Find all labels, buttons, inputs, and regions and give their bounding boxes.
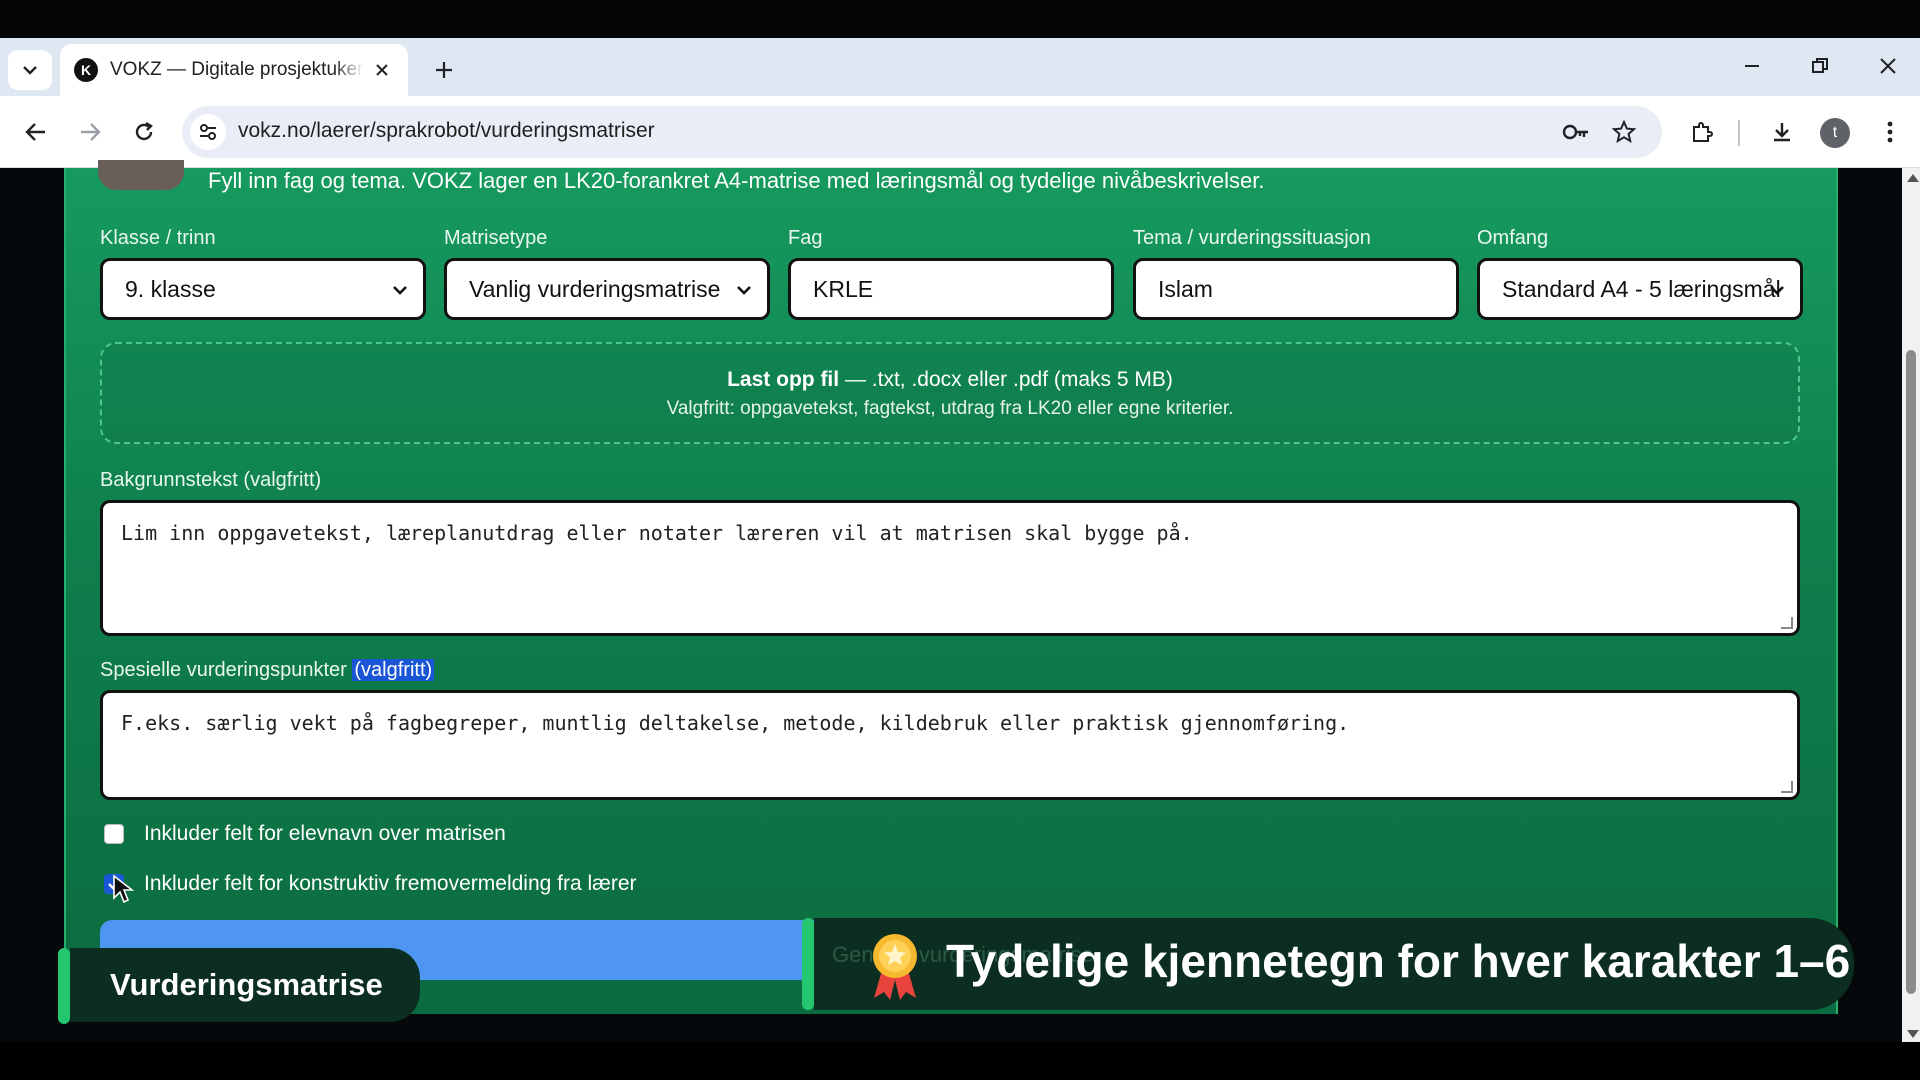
upload-title-bold: Last opp fil — [727, 368, 840, 391]
downloads-button[interactable] — [1762, 112, 1802, 152]
arrow-left-icon — [25, 123, 45, 141]
upload-subtitle: Valgfritt: oppgavetekst, fagtekst, utdra… — [666, 398, 1234, 419]
chevron-down-icon — [23, 66, 37, 75]
bookmark-button[interactable] — [1606, 114, 1642, 150]
omfang-value: Standard A4 - 5 læringsmål — [1502, 275, 1781, 302]
scrollbar-thumb[interactable] — [1906, 350, 1916, 994]
student-name-option[interactable]: Inkluder felt for elevnavn over matrisen — [104, 820, 506, 848]
caption-left-overlay: Vurderingsmatrise — [58, 948, 420, 1024]
extensions-button[interactable] — [1682, 112, 1722, 152]
download-icon — [1774, 123, 1790, 142]
feedback-label: Inkluder felt for konstruktiv fremoverme… — [144, 872, 637, 895]
scroll-up-arrow-icon[interactable] — [1907, 174, 1919, 182]
new-tab-button[interactable] — [424, 50, 464, 90]
caption-right-text: Tydelige kjennetegn for hver karakter 1–… — [946, 935, 1851, 987]
chevron-down-icon — [737, 286, 751, 295]
klasse-value: 9. klasse — [125, 275, 216, 302]
minimize-button[interactable] — [1728, 46, 1776, 86]
password-key-button[interactable] — [1558, 114, 1594, 150]
site-info-button[interactable] — [190, 114, 226, 150]
klasse-label: Klasse / trinn — [100, 227, 216, 249]
reload-button[interactable] — [124, 112, 164, 152]
chevron-down-icon — [1770, 286, 1784, 295]
url-text[interactable]: vokz.no/laerer/sprakrobot/vurderingsmatr… — [238, 119, 655, 143]
browser-tab-active[interactable]: K VOKZ — Digitale prosjektuker og vurder… — [60, 44, 408, 96]
close-icon — [1880, 58, 1896, 74]
omfang-label: Omfang — [1477, 227, 1549, 249]
file-upload-dropzone[interactable]: Last opp fil — .txt, .docx eller .pdf (m… — [100, 342, 1800, 444]
plus-icon — [436, 62, 452, 78]
more-vert-icon — [1887, 121, 1893, 143]
tab-search-button[interactable] — [8, 50, 52, 90]
profile-avatar[interactable]: t — [1820, 118, 1850, 148]
matrisetype-label: Matrisetype — [444, 227, 548, 249]
omfang-select[interactable]: Standard A4 - 5 læringsmål — [1477, 258, 1803, 320]
browser-menu-button[interactable] — [1870, 112, 1910, 152]
special-points-label-selected: (valgfritt) — [352, 659, 435, 681]
tune-icon — [200, 124, 216, 140]
klasse-select[interactable]: 9. klasse — [100, 258, 426, 320]
caption-accent-bar — [802, 918, 814, 1010]
restore-button[interactable] — [1796, 46, 1844, 86]
fag-input[interactable]: KRLE — [788, 258, 1114, 320]
fag-label: Fag — [788, 227, 823, 249]
upload-title: Last opp fil — .txt, .docx eller .pdf (m… — [102, 368, 1798, 392]
upload-title-formats: — .txt, .docx eller .pdf (maks 5 MB) — [839, 368, 1173, 391]
restore-icon — [1812, 58, 1828, 73]
close-tab-button[interactable] — [368, 56, 396, 84]
puzzle-icon — [1693, 122, 1713, 142]
matrisetype-select[interactable]: Vanlig vurderingsmatrise — [444, 258, 770, 320]
special-points-label-main: Spesielle vurderingspunkter — [100, 659, 353, 681]
site-favicon-icon: K — [74, 58, 98, 82]
robot-avatar-image — [98, 160, 184, 190]
special-points-placeholder: F.eks. særlig vekt på fagbegreper, muntl… — [121, 711, 1350, 735]
special-points-textarea[interactable]: F.eks. særlig vekt på fagbegreper, muntl… — [100, 690, 1800, 800]
forward-button[interactable] — [70, 112, 110, 152]
caption-left-text: Vurderingsmatrise — [70, 948, 420, 1022]
tema-label: Tema / vurderingssituasjon — [1133, 227, 1371, 249]
arrow-right-icon — [81, 123, 101, 141]
fag-value: KRLE — [813, 275, 874, 302]
minimize-icon — [1745, 65, 1759, 67]
toolbar-separator — [1738, 120, 1740, 146]
matrisetype-value: Vanlig vurderingsmatrise — [469, 275, 721, 302]
intro-text: Fyll inn fag og tema. VOKZ lager en LK20… — [208, 168, 1265, 193]
reload-icon — [135, 121, 153, 141]
background-text-label: Bakgrunnstekst (valgfritt) — [100, 469, 322, 491]
screen-top-bar — [0, 0, 1920, 38]
tema-value: Islam — [1158, 275, 1213, 302]
key-icon — [1562, 124, 1588, 140]
student-name-label: Inkluder felt for elevnavn over matrisen — [144, 822, 506, 845]
special-points-label: Spesielle vurderingspunkter (valgfritt) — [100, 659, 435, 682]
close-icon — [376, 64, 388, 76]
student-name-checkbox[interactable] — [104, 824, 124, 844]
resize-handle[interactable] — [1781, 617, 1793, 629]
background-placeholder: Lim inn oppgavetekst, læreplanutdrag ell… — [121, 521, 1193, 545]
tab-title: VOKZ — Digitale prosjektuker og vurderin… — [110, 59, 364, 80]
feedback-option[interactable]: Inkluder felt for konstruktiv fremoverme… — [104, 870, 637, 898]
close-window-button[interactable] — [1864, 46, 1912, 86]
award-ribbon-icon — [873, 934, 917, 1000]
background-textarea[interactable]: Lim inn oppgavetekst, læreplanutdrag ell… — [100, 500, 1800, 636]
caption-accent-bar — [58, 948, 70, 1024]
tema-input[interactable]: Islam — [1133, 258, 1459, 320]
screen-bottom-bar — [0, 1042, 1920, 1080]
star-icon — [1612, 120, 1636, 144]
caption-right-box: Generer vurderingsmatrise Tydelige kjenn… — [814, 918, 1854, 1010]
caption-right-overlay: Generer vurderingsmatrise Tydelige kjenn… — [802, 918, 1854, 1010]
scroll-down-arrow-icon[interactable] — [1907, 1030, 1919, 1038]
resize-handle[interactable] — [1781, 781, 1793, 793]
mouse-cursor-icon — [113, 874, 134, 904]
back-button[interactable] — [16, 112, 56, 152]
chevron-down-icon — [393, 286, 407, 295]
